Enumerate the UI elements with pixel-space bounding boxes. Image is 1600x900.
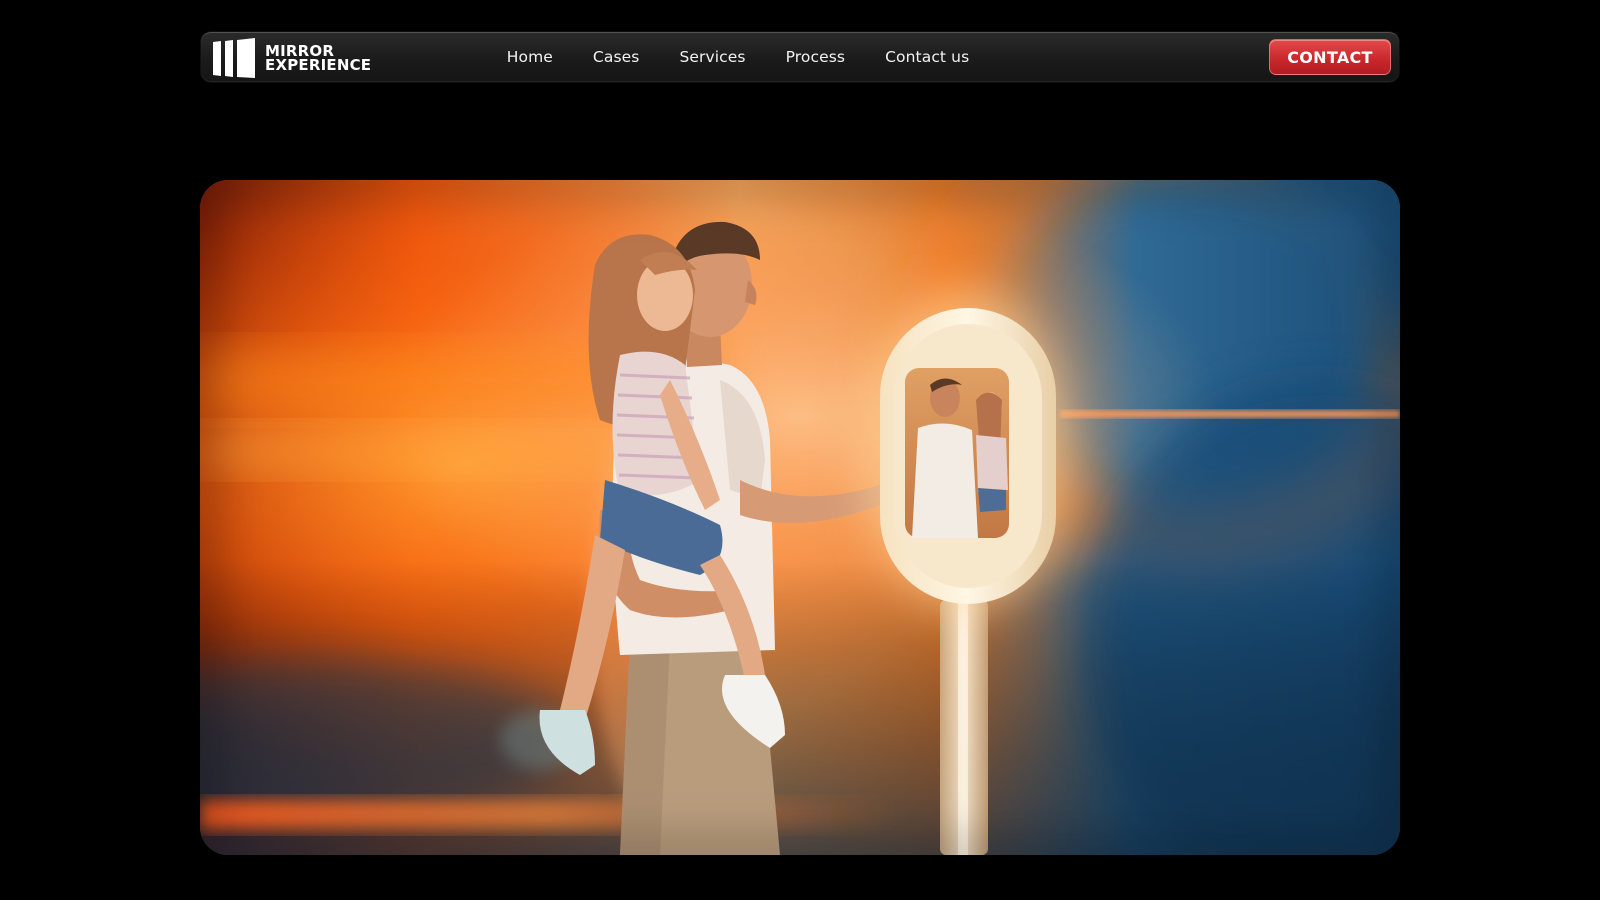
brand-name-line2: EXPERIENCE [265, 56, 372, 74]
hero-scene-illustration [200, 180, 1400, 855]
nav-item-cases: Cases [593, 48, 640, 67]
nav-item-services: Services [679, 48, 745, 67]
page: MIRROR EXPERIENCE Home Cases Services Pr… [0, 0, 1600, 900]
nav-item-process: Process [786, 48, 846, 67]
hero-media [200, 180, 1400, 855]
mirror-experience-logo-icon [213, 38, 255, 78]
brand-name: MIRROR EXPERIENCE [265, 44, 372, 74]
main-nav: Home Cases Services Process Contact us [201, 32, 1399, 82]
nav-link-process[interactable]: Process [786, 48, 846, 66]
nav-link-contact-us[interactable]: Contact us [885, 48, 969, 66]
nav-link-services[interactable]: Services [679, 48, 745, 66]
nav-item-home: Home [507, 48, 553, 67]
nav-link-cases[interactable]: Cases [593, 48, 640, 66]
nav-link-home[interactable]: Home [507, 48, 553, 66]
brand-logo-link[interactable]: MIRROR EXPERIENCE [211, 38, 371, 78]
nav-item-contact-us: Contact us [885, 48, 969, 67]
top-navbar: MIRROR EXPERIENCE Home Cases Services Pr… [201, 32, 1399, 82]
contact-button[interactable]: CONTACT [1269, 39, 1391, 75]
main-nav-list: Home Cases Services Process Contact us [507, 48, 970, 67]
